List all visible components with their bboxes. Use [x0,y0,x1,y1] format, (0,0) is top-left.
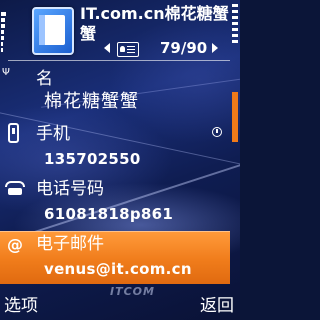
contact-counter: 79/90 [160,39,208,57]
field-label-email: 电子邮件 [36,234,104,254]
field-value-email[interactable]: venus@it.com.cn [44,259,192,279]
contact-details-screen: Ψ IT.com.cn棉花糖蟹蟹 79/90 名 棉花糖蟹蟹 手机 135702… [0,0,240,320]
business-card-icon [117,42,139,57]
header-divider [8,60,230,61]
previous-contact-arrow-icon[interactable] [104,43,110,53]
next-contact-arrow-icon[interactable] [212,43,218,53]
scrollbar-thumb[interactable] [232,92,238,142]
at-sign-icon: @ [7,235,23,254]
signal-strength-indicator [1,12,6,70]
contacts-card-icon [32,7,74,55]
field-value-phone[interactable]: 61081818p861 [44,204,173,224]
back-softkey[interactable]: 返回 [200,295,234,317]
field-label-name: 名 [36,69,53,89]
battery-indicator [232,4,238,144]
field-value-name[interactable]: 棉花糖蟹蟹 [44,92,139,112]
watermark-logo: ITCOM [110,285,155,298]
field-label-mobile: 手机 [36,124,70,144]
landline-phone-icon [5,181,27,196]
field-value-mobile[interactable]: 135702550 [44,149,141,169]
mobile-phone-icon [8,123,19,143]
antenna-icon: Ψ [2,67,10,78]
options-softkey[interactable]: 选项 [4,295,38,317]
contact-title: IT.com.cn棉花糖蟹蟹 [80,4,229,43]
field-label-phone: 电话号码 [36,179,104,199]
default-number-icon [212,127,222,137]
